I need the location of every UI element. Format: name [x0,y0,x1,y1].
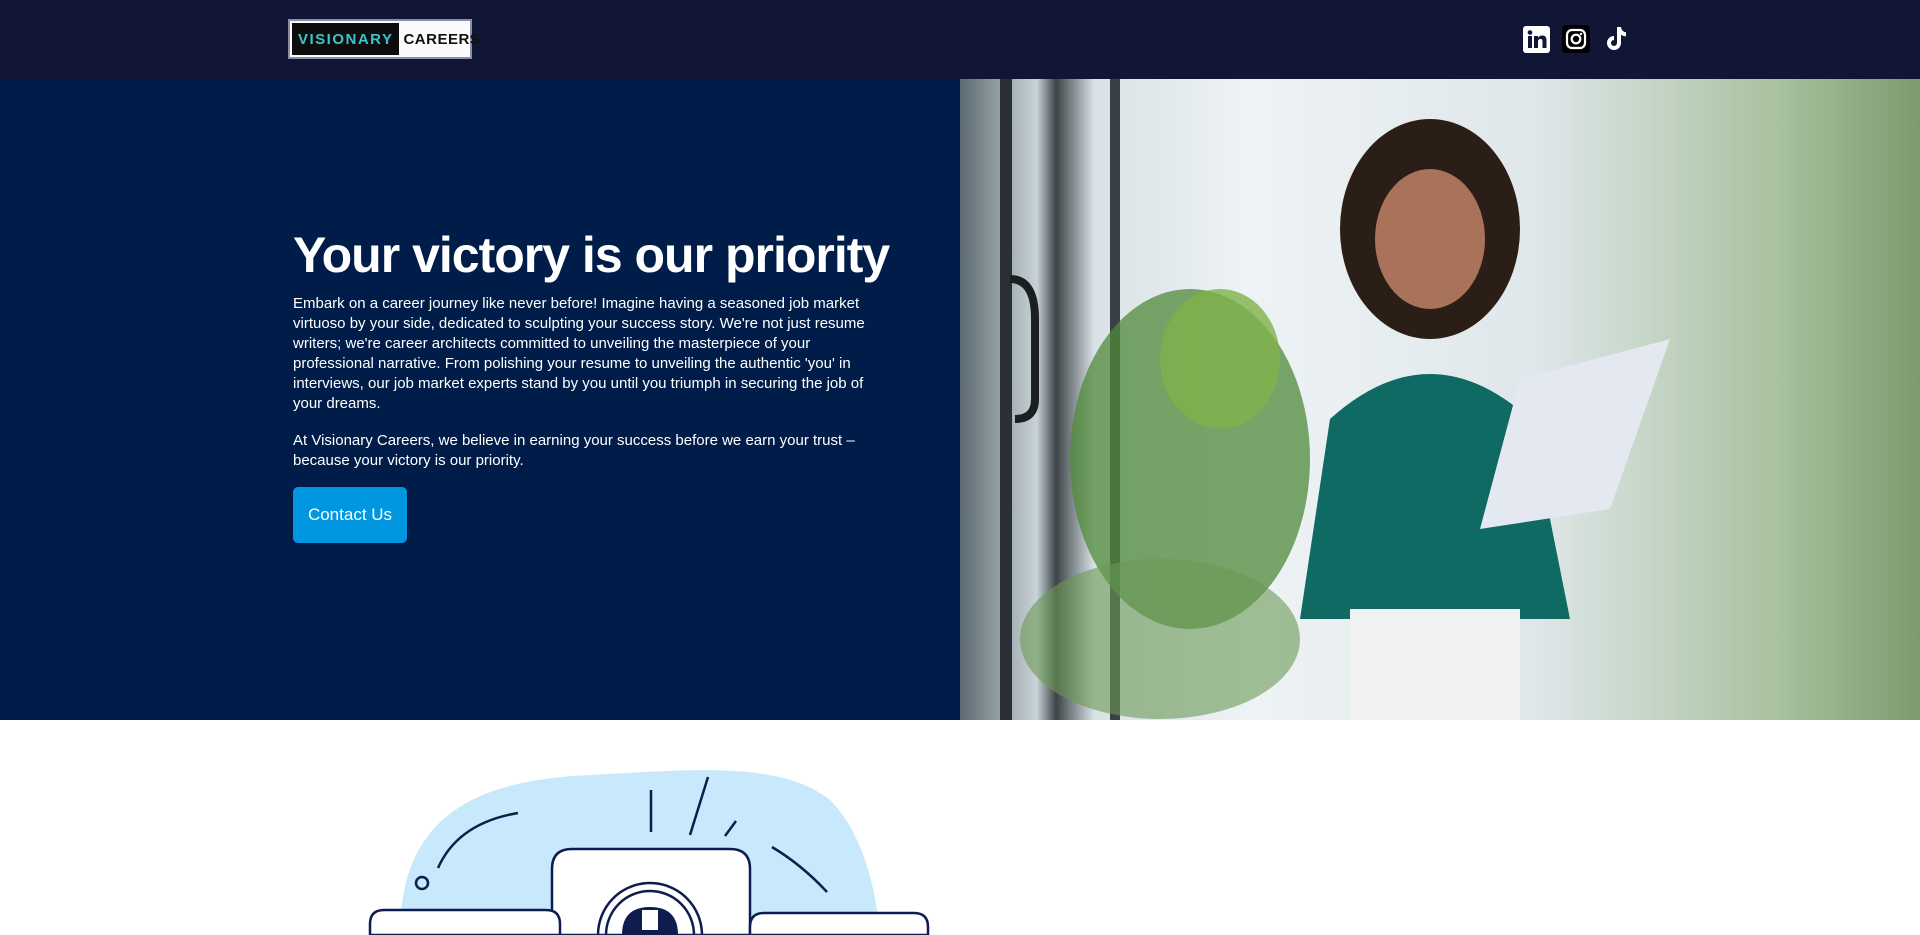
contact-us-button[interactable]: Contact Us [293,487,407,543]
linkedin-icon[interactable] [1522,25,1550,53]
social-links [1522,25,1630,53]
illustration [368,770,930,935]
logo-part-careers: CAREERS [403,30,481,48]
hero-title: Your victory is our priority [293,227,890,283]
logo-part-visionary: VISIONARY [292,23,400,55]
woman-with-phone-photo [1000,79,1670,720]
hero-photo [960,79,1920,720]
logo[interactable]: VISIONARY CAREERS [288,19,480,59]
instagram-icon[interactable] [1562,25,1590,53]
hero-paragraph-1: Embark on a career journey like never be… [293,295,865,412]
hero-paragraph-2: At Visionary Careers, we believe in earn… [293,432,855,469]
site-header: VISIONARY CAREERS [0,0,1920,79]
tiktok-icon[interactable] [1602,25,1630,53]
